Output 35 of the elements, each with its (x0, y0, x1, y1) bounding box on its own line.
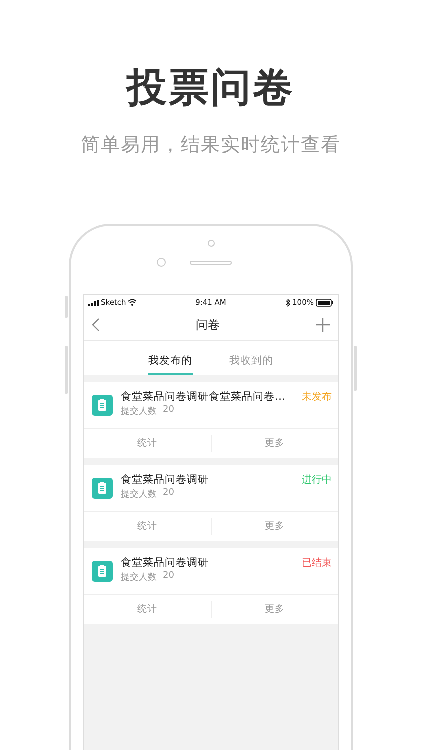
count-value: 20 (163, 488, 174, 500)
speaker-icon (190, 261, 232, 265)
headline: 投票问卷 (127, 64, 295, 113)
back-icon[interactable] (92, 318, 100, 332)
action-button[interactable]: 统计 (84, 512, 210, 541)
survey-title: 食堂菜品问卷调研 (121, 556, 210, 570)
battery-icon (316, 298, 334, 306)
action-button[interactable]: 更多 (210, 518, 338, 535)
action-button[interactable]: 更多 (210, 435, 338, 452)
tab[interactable]: 我发布的 (148, 341, 193, 375)
survey-title: 食堂菜品问卷调研 (121, 473, 210, 487)
status-label: 已结束 (302, 556, 332, 570)
count-value: 20 (163, 405, 174, 417)
status-label: 未发布 (302, 390, 332, 404)
page-title: 问卷 (196, 316, 220, 334)
tab[interactable]: 我收到的 (229, 341, 274, 375)
count-label: 提交人数 (121, 488, 157, 501)
sensor-icon (208, 240, 214, 247)
count-value: 20 (163, 571, 174, 583)
subtitle: 简单易用，结果实时统计查看 (81, 133, 341, 158)
camera-icon (157, 258, 166, 267)
action-button[interactable]: 统计 (84, 429, 210, 458)
count-label: 提交人数 (121, 572, 157, 584)
survey-title: 食堂菜品问卷调研食堂菜品问卷… (121, 390, 286, 404)
status-label: 进行中 (302, 474, 332, 487)
add-icon[interactable] (316, 318, 330, 332)
action-button[interactable]: 更多 (210, 601, 338, 618)
signal-icon (88, 300, 99, 306)
bluetooth-icon (286, 298, 291, 306)
clipboard-icon (92, 561, 113, 582)
wifi-icon (128, 299, 138, 306)
clipboard-icon (92, 395, 113, 416)
action-button[interactable]: 统计 (84, 595, 210, 624)
clipboard-icon (92, 478, 113, 499)
count-label: 提交人数 (121, 406, 157, 418)
